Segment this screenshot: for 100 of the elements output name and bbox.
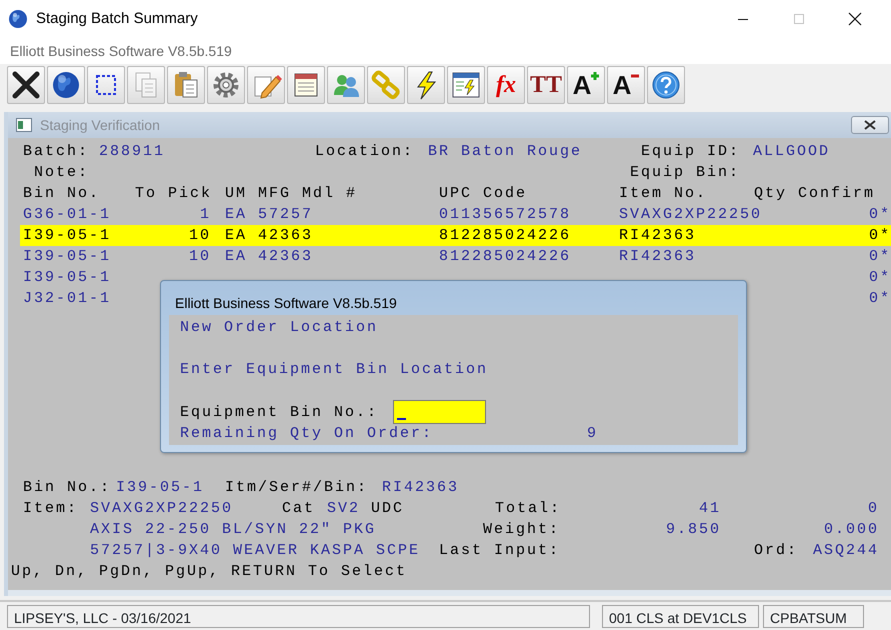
table-cell-text: I39-05-1	[23, 247, 112, 267]
close-icon	[864, 120, 876, 130]
table-cell-text: RI42363	[619, 226, 696, 246]
table-cell-text: 42363	[258, 226, 314, 246]
exit-button[interactable]	[7, 66, 45, 104]
field-label: Location:	[315, 142, 414, 162]
chain-icon	[370, 69, 402, 101]
column-header: Item No.	[619, 184, 708, 204]
dialog-prompt: Enter Equipment Bin Location	[180, 360, 488, 380]
field-label: Equip Bin:	[630, 163, 740, 183]
field-value: BR Baton Rouge	[428, 142, 582, 162]
field-label: Equipment Bin No.:	[180, 403, 378, 423]
column-header: UM	[225, 184, 248, 204]
field-value: SV2	[327, 499, 360, 519]
table-cell-text: 0*	[868, 205, 891, 225]
column-header: Qty Confirm	[754, 184, 876, 204]
column-header: MFG Mdl #	[258, 184, 358, 204]
field-value: 0	[868, 499, 879, 519]
close-icon	[10, 69, 42, 101]
paste-button[interactable]	[167, 66, 205, 104]
field-value: I39-05-1	[116, 478, 204, 498]
field-label: Weight:	[483, 520, 560, 540]
font-larger-button[interactable]: A	[567, 66, 605, 104]
key-hint: Up, Dn, PgDn, PgUp, RETURN To Select	[11, 562, 408, 582]
table-cell-text: G36-01-1	[23, 205, 112, 225]
field-label: Remaining Qty On Order:	[180, 424, 434, 444]
table-cell-text: 0*	[868, 268, 891, 288]
window-icon	[16, 118, 32, 132]
field-value: 9	[587, 424, 598, 444]
field-label: Cat	[282, 499, 316, 519]
field-value: AXIS 22-250 BL/SYN 22" PKG	[90, 520, 376, 540]
table-cell-text: 42363	[258, 247, 314, 267]
font-smaller-button[interactable]: A	[607, 66, 645, 104]
field-label: Batch:	[23, 142, 90, 162]
status-panel: 001 CLS at DEV1CLS	[602, 605, 759, 628]
window-lightning-button[interactable]	[447, 66, 485, 104]
table-row[interactable]: I39-05-1 10 EA 42363 812285024226 RI42363 0*	[20, 246, 891, 267]
selected-row[interactable]: I39-05-1 10 EA 42363 812285024226 RI42363 0*	[20, 225, 891, 246]
select-button[interactable]	[87, 66, 125, 104]
format-button[interactable]: fx	[487, 66, 525, 104]
globe-icon	[8, 9, 28, 29]
format-button[interactable]: TT	[527, 66, 565, 104]
dialog-heading: New Order Location	[180, 318, 378, 338]
field-label: Itm/Ser#/Bin:	[225, 478, 368, 498]
help-icon	[650, 69, 682, 101]
table-cell-text: I39-05-1	[23, 226, 112, 246]
field-value: 41	[698, 499, 721, 519]
close-icon	[848, 12, 862, 26]
table-cell-text: 0*	[868, 226, 891, 246]
table-cell-text: I39-05-1	[23, 268, 112, 288]
list-button[interactable]	[287, 66, 325, 104]
child-window-title: Staging Verification	[40, 116, 160, 135]
table-cell-text: 10	[188, 226, 211, 246]
table-cell-text: SVAXG2XP22250	[619, 205, 762, 225]
field-value: 288911	[99, 142, 166, 162]
globe-icon	[50, 69, 82, 101]
field-label: Equip ID:	[641, 142, 740, 162]
field-value: SVAXG2XP22250	[90, 499, 234, 519]
lightning-button[interactable]	[407, 66, 445, 104]
column-header: UPC Code	[439, 184, 528, 204]
status-panel: LIPSEY'S, LLC - 03/16/2021	[7, 605, 590, 628]
app-caption: Elliott Business Software V8.5b.519	[10, 42, 232, 60]
maximize-icon	[793, 13, 805, 25]
field-label: Bin No.:	[23, 478, 112, 498]
column-header: To Pick	[135, 184, 212, 204]
field-label: UDC	[371, 499, 404, 519]
table-cell-text: EA	[225, 205, 248, 225]
field-value: 0.000	[824, 520, 879, 540]
edit-button[interactable]	[247, 66, 285, 104]
field-value: ALLGOOD	[753, 142, 830, 162]
field-label: Total:	[495, 499, 562, 519]
table-cell-text: 812285024226	[439, 247, 572, 267]
globe-button[interactable]	[47, 66, 85, 104]
table-cell-text: 10	[188, 247, 211, 267]
plus-icon	[591, 71, 600, 81]
table-cell-text: 57257	[258, 205, 314, 225]
field-value: 57257|3-9X40 WEAVER KASPA SCPE	[90, 541, 420, 561]
field-value: 9.850	[666, 520, 721, 540]
table-cell-text: 0*	[868, 247, 891, 267]
text-cursor	[397, 418, 406, 420]
table-cell-text: 011356572578	[439, 205, 572, 225]
table-row[interactable]: G36-01-1 1 EA 57257 011356572578 SVAXG2XP22250 0*	[20, 204, 891, 225]
field-value: ASQ244	[812, 541, 879, 561]
field-label: Item:	[23, 499, 78, 519]
table-cell-text: 1	[200, 205, 211, 225]
field-label: Note:	[34, 163, 90, 183]
close-button[interactable]	[851, 116, 889, 134]
input-field[interactable]	[393, 400, 486, 424]
table-cell-text: RI42363	[619, 247, 696, 267]
table-cell-text: EA	[225, 226, 248, 246]
status-panel: CPBATSUM	[763, 605, 864, 628]
help-button[interactable]	[647, 66, 685, 104]
window-title: Staging Batch Summary	[36, 8, 198, 29]
table-cell-text: EA	[225, 247, 248, 267]
dialog-title: Elliott Business Software V8.5b.519	[175, 295, 397, 311]
column-header: Bin No.	[23, 184, 100, 204]
table-cell-text: 812285024226	[439, 226, 572, 246]
field-value: RI42363	[382, 478, 460, 498]
settings-button[interactable]	[207, 66, 245, 104]
field-label: Last Input:	[439, 541, 560, 561]
